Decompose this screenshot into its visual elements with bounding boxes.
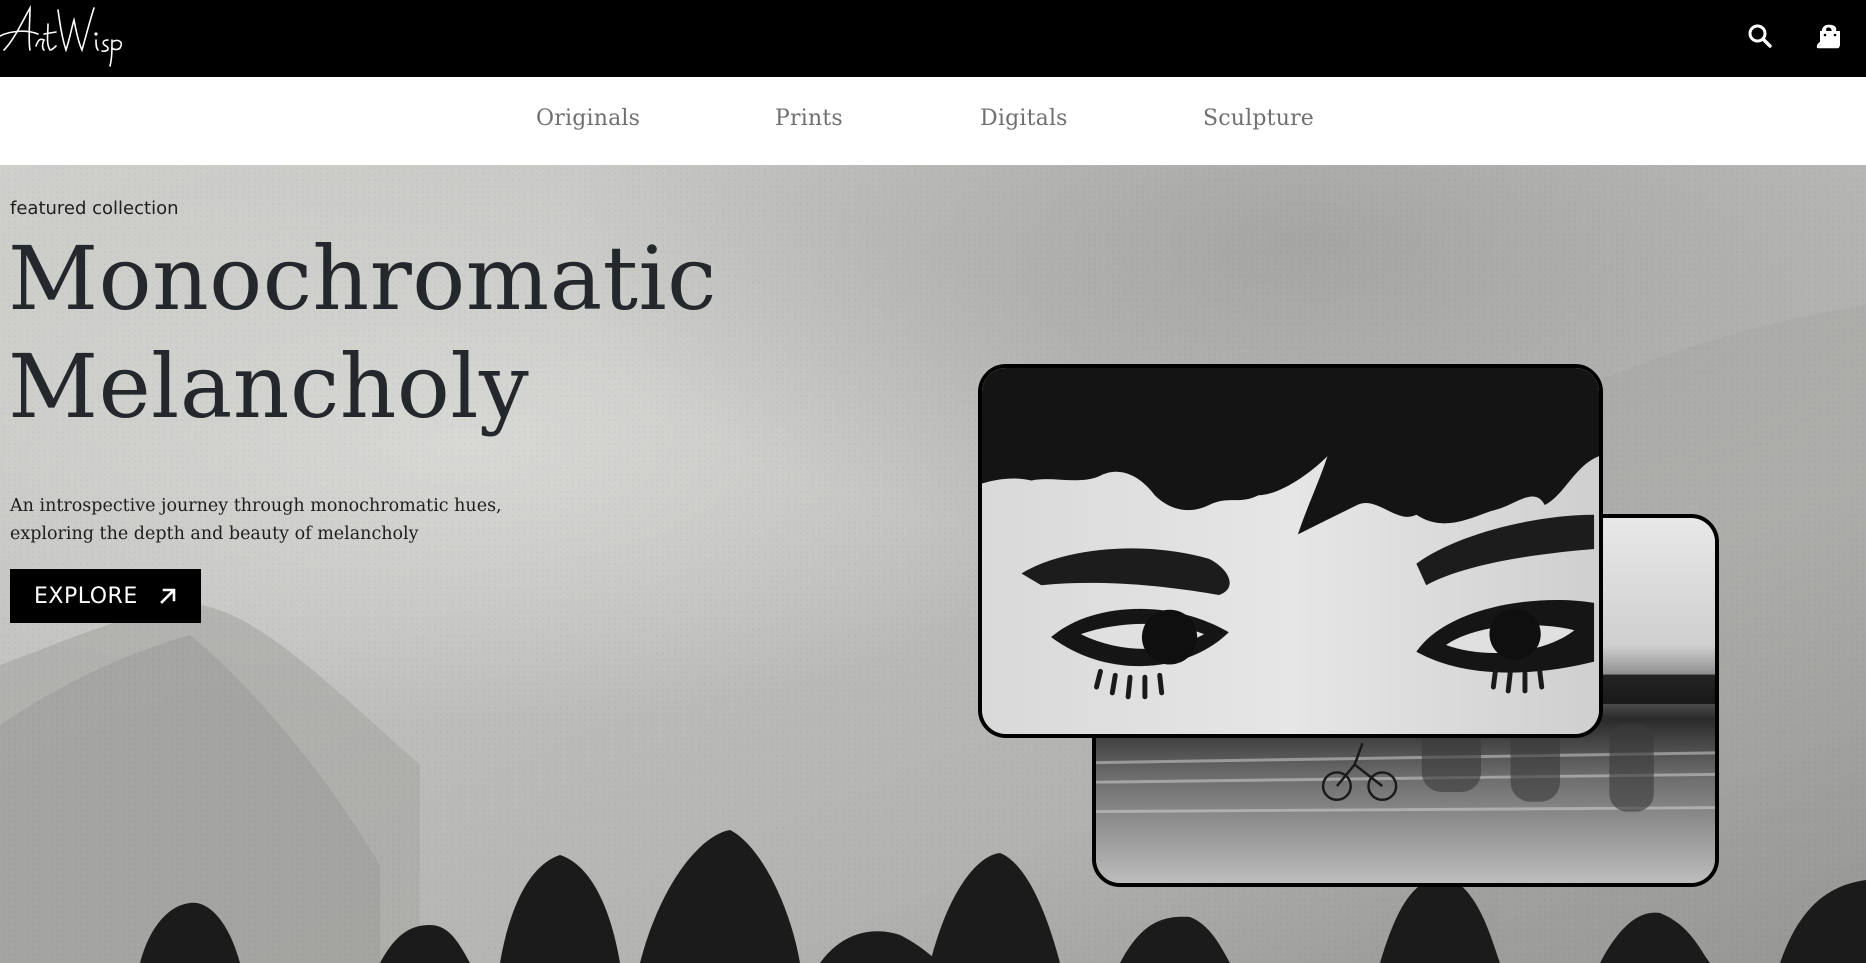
hero-eyebrow: featured collection	[10, 198, 179, 219]
explore-button[interactable]: EXPLORE	[10, 569, 201, 623]
search-icon[interactable]	[1744, 20, 1776, 52]
top-header	[0, 0, 1866, 77]
hero-section: featured collection Monochromatic Melanc…	[0, 165, 1866, 963]
logo-script-mark	[0, 4, 123, 67]
nav-item-digitals[interactable]: Digitals	[980, 106, 1068, 131]
featured-artwork-eyes[interactable]	[978, 364, 1603, 738]
hero-title-line-1: Monochromatic	[8, 227, 717, 330]
shopping-bag-icon[interactable]	[1814, 20, 1846, 52]
category-nav: Originals Prints Digitals Sculpture	[0, 77, 1866, 165]
nav-item-sculpture[interactable]: Sculpture	[1203, 106, 1314, 131]
header-icon-group	[1646, 0, 1866, 72]
nav-item-originals[interactable]: Originals	[536, 106, 640, 131]
artwisp-logo[interactable]	[0, 0, 125, 72]
nav-item-prints[interactable]: Prints	[775, 106, 843, 131]
arrow-up-right-icon	[158, 586, 178, 606]
hero-title-line-2: Melancholy	[8, 335, 530, 438]
hero-description: An introspective journey through monochr…	[10, 496, 502, 544]
explore-button-label: EXPLORE	[34, 583, 138, 609]
hero-title: Monochromatic Melancholy	[8, 225, 768, 441]
